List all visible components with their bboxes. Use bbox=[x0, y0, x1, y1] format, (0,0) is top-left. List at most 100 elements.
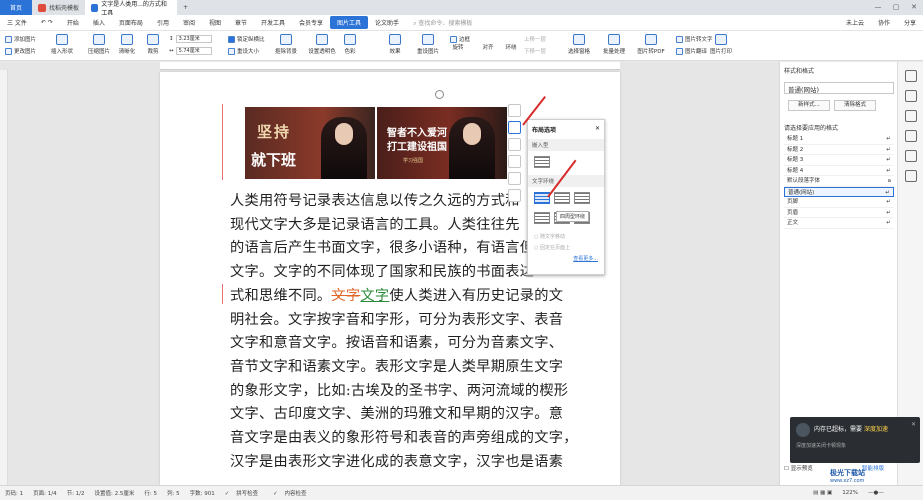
rotate-button[interactable]: 旋转 bbox=[447, 43, 469, 51]
translate-button[interactable]: 图片翻译 bbox=[676, 47, 707, 55]
style-item[interactable]: 标题 3 ↵ bbox=[784, 155, 894, 166]
move-down-button[interactable]: 下移一层 bbox=[524, 47, 546, 55]
select-pane-button[interactable]: 选择窗格 bbox=[565, 34, 593, 55]
style-item[interactable]: 页眉 ↵ bbox=[784, 208, 894, 218]
menu-essay[interactable]: 论文助手 bbox=[368, 18, 406, 27]
share-button[interactable]: 分享 bbox=[897, 18, 923, 27]
tab-template[interactable]: 找稻壳模板 bbox=[32, 0, 85, 15]
cutout-button[interactable]: 抠除背景 bbox=[272, 34, 300, 55]
style-item[interactable]: 默认段落字体 a bbox=[784, 176, 894, 187]
width-field[interactable]: ↔ 5.74厘米 bbox=[169, 47, 212, 55]
see-more-link[interactable]: 查看更多... bbox=[528, 253, 604, 264]
undo-icon[interactable]: ↶ ↷ bbox=[34, 19, 60, 26]
content-check-button[interactable]: ✓ 内容检查 bbox=[268, 489, 316, 497]
menu-review[interactable]: 审阅 bbox=[176, 18, 202, 27]
effects-button[interactable]: 效果 bbox=[385, 34, 405, 55]
status-words[interactable]: 字数: 901 bbox=[185, 489, 220, 497]
style-item[interactable]: 标题 4 ↵ bbox=[784, 166, 894, 176]
align-button[interactable]: 对齐 bbox=[477, 43, 499, 51]
color-button[interactable]: 色彩 bbox=[341, 34, 359, 55]
top-bottom-wrap-icon[interactable] bbox=[534, 212, 550, 224]
location-icon[interactable] bbox=[904, 150, 917, 162]
rotate-handle[interactable] bbox=[435, 90, 444, 99]
style-item-selected[interactable]: 普通(网站) ↵ bbox=[784, 186, 894, 197]
spell-check-button[interactable]: ✓ 拼写检查 bbox=[220, 489, 268, 497]
inline-icon[interactable] bbox=[534, 156, 550, 168]
collab-button[interactable]: 协作 bbox=[871, 18, 897, 27]
style-item[interactable]: 正文 ↵ bbox=[784, 218, 894, 229]
minimize-icon[interactable]: — bbox=[869, 0, 887, 15]
cursor-icon[interactable] bbox=[904, 90, 917, 102]
reset-size-button[interactable]: 重设大小 bbox=[228, 47, 259, 55]
tab-document[interactable]: 文字是人类用...的方式和工具 bbox=[85, 0, 178, 17]
picture-right[interactable]: 智者不入爱河 打工建设祖国 学习强国 bbox=[377, 107, 507, 179]
compress-button[interactable]: 压缩图片 bbox=[85, 34, 113, 55]
add-picture-button[interactable]: 添加图片 bbox=[5, 35, 36, 43]
height-input[interactable]: 3.23厘米 bbox=[175, 35, 212, 43]
zoom-icon[interactable] bbox=[508, 138, 521, 151]
menu-layout[interactable]: 页面布局 bbox=[112, 18, 150, 27]
print-picture-button[interactable]: 图片打印 bbox=[707, 34, 735, 55]
to-pdf-button[interactable]: 图片转PDF bbox=[634, 34, 668, 55]
batch-button[interactable]: 批量处理 bbox=[599, 34, 629, 55]
more-icon[interactable] bbox=[508, 189, 521, 202]
menu-dev[interactable]: 开发工具 bbox=[254, 18, 292, 27]
move-up-button[interactable]: 上移一层 bbox=[524, 35, 546, 43]
clear-format-button[interactable]: 清除格式 bbox=[834, 100, 876, 111]
move-with-text-radio[interactable]: ○ 随文字移动 bbox=[528, 231, 604, 242]
menu-reference[interactable]: 引用 bbox=[150, 18, 176, 27]
insert-shape-button[interactable]: 插入形状 bbox=[46, 34, 78, 55]
crop-button[interactable]: 裁剪 bbox=[143, 34, 163, 55]
close-icon[interactable]: ✕ bbox=[911, 421, 916, 428]
width-input[interactable]: 5.74厘米 bbox=[175, 47, 212, 55]
border-button[interactable]: 边框 bbox=[450, 35, 470, 43]
transparent-button[interactable]: 设置透明色 bbox=[305, 34, 339, 55]
style-item[interactable]: 标题 2 ↵ bbox=[784, 145, 894, 155]
style-item[interactable]: 页脚 ↵ bbox=[784, 197, 894, 208]
menu-member[interactable]: 会员专享 bbox=[292, 18, 330, 27]
horizontal-ruler[interactable] bbox=[160, 62, 620, 70]
layout-options-icon[interactable] bbox=[508, 121, 521, 134]
status-pages[interactable]: 页面: 1/4 bbox=[28, 489, 61, 497]
menu-start[interactable]: 开始 bbox=[60, 18, 86, 27]
close-icon[interactable]: ✕ bbox=[595, 125, 600, 132]
current-style-select[interactable]: 普通(网站) bbox=[784, 82, 894, 94]
reset-picture-button[interactable]: 重设图片 bbox=[413, 34, 443, 55]
menu-insert[interactable]: 插入 bbox=[86, 18, 112, 27]
minus-icon[interactable] bbox=[508, 104, 521, 117]
bulb-icon[interactable] bbox=[508, 172, 521, 185]
change-picture-button[interactable]: 更改图片 bbox=[5, 47, 36, 55]
lock-ratio-checkbox[interactable]: 锁定纵横比 bbox=[228, 35, 265, 43]
height-field[interactable]: ↕ 3.23厘米 bbox=[169, 35, 212, 43]
menu-picture-tool[interactable]: 图片工具 bbox=[330, 16, 369, 29]
menu-view[interactable]: 视图 bbox=[202, 18, 228, 27]
settings-icon[interactable] bbox=[904, 110, 917, 122]
new-tab-button[interactable]: + bbox=[177, 0, 194, 15]
cloud-status[interactable]: 未上云 bbox=[839, 18, 871, 27]
menu-file[interactable]: 三 文件 bbox=[0, 18, 34, 27]
memory-notification[interactable]: 内存已超标，需要 深度加速 深度加速关闭卡顿现象 ✕ bbox=[790, 417, 920, 463]
fix-on-page-radio[interactable]: ○ 固定在页面上 bbox=[528, 242, 604, 253]
menu-chapter[interactable]: 章节 bbox=[228, 18, 254, 27]
show-preview-checkbox[interactable]: ☐ 显示预览 bbox=[784, 464, 813, 472]
pen-icon[interactable] bbox=[904, 70, 917, 82]
close-icon[interactable]: ✕ bbox=[905, 0, 923, 15]
through-wrap-icon[interactable] bbox=[574, 192, 590, 204]
notification-action[interactable]: 深度加速 bbox=[864, 426, 888, 433]
tight-wrap-icon[interactable] bbox=[554, 192, 570, 204]
maximize-icon[interactable]: ▢ bbox=[887, 0, 905, 15]
vertical-ruler[interactable] bbox=[0, 70, 8, 485]
wrap-button[interactable]: 环绕 bbox=[500, 43, 522, 51]
image-icon[interactable] bbox=[904, 130, 917, 142]
checkbox-icon bbox=[228, 35, 235, 43]
clarify-button[interactable]: 清晰化 bbox=[115, 34, 139, 55]
document-body[interactable]: 人类用符号记录表达信息以传之久远的方式和 现代文字大多是记录语言的工具。人类往往… bbox=[230, 190, 577, 474]
style-item[interactable]: 标题 1 ↵ bbox=[784, 134, 894, 145]
status-page[interactable]: 页码: 1 bbox=[0, 489, 28, 497]
new-style-button[interactable]: 新样式... bbox=[788, 100, 830, 111]
tab-home[interactable]: 首页 bbox=[0, 0, 32, 15]
picture-left[interactable]: 坚持 就下班 bbox=[245, 107, 375, 179]
search-command[interactable]: ⌕ 查找命令、搜索模板 bbox=[406, 18, 479, 28]
help-icon[interactable] bbox=[904, 170, 917, 182]
crop-icon[interactable] bbox=[508, 155, 521, 168]
